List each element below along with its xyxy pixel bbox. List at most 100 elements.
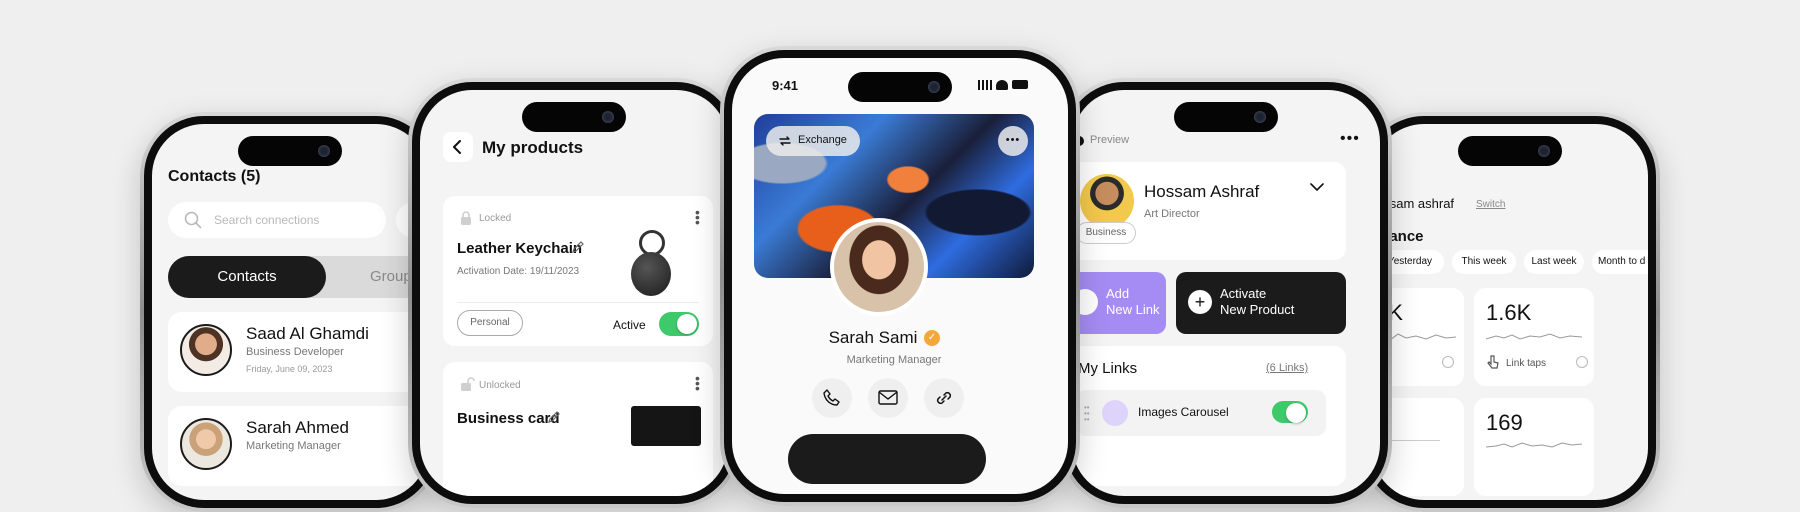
badge: Business	[1076, 222, 1136, 244]
avatar	[1080, 174, 1134, 228]
avatar	[180, 418, 232, 470]
exchange-icon	[778, 134, 792, 148]
stat-label: Link taps	[1506, 358, 1547, 369]
links-count[interactable]: (6 Links)	[1266, 362, 1308, 374]
page-title: My products	[482, 138, 584, 157]
image-icon	[1102, 400, 1128, 426]
add-link-line2: New Link	[1106, 302, 1160, 317]
unlock-icon	[459, 376, 475, 392]
phone-products: My products Locked • • • Leather Keychain …	[408, 78, 740, 508]
edit-icon[interactable]	[547, 410, 561, 424]
stat-value: 1.6K	[1486, 300, 1532, 325]
activate-product-button[interactable]: + Activate New Product	[1176, 272, 1346, 334]
profile-name: Sarah Sami	[828, 328, 918, 347]
call-button[interactable]	[812, 378, 852, 418]
mail-icon	[878, 390, 898, 406]
card-image	[631, 406, 701, 446]
exchange-button[interactable]: Exchange	[766, 126, 860, 156]
signal-icon	[978, 80, 992, 90]
more-icon[interactable]: •••	[695, 205, 700, 229]
phone-icon	[823, 389, 841, 407]
contact-name: Sarah Ahmed	[246, 418, 350, 437]
stat-card: 1.6K Link taps	[1474, 288, 1594, 386]
section-title: My Links	[1078, 360, 1138, 377]
info-icon[interactable]	[1442, 356, 1454, 368]
filter-chip[interactable]: This week	[1452, 250, 1516, 274]
status-label: Active	[613, 318, 646, 332]
more-icon[interactable]: •••	[1340, 130, 1360, 148]
edit-icon[interactable]	[571, 240, 585, 254]
segmented-control: Contacts Groups	[168, 256, 428, 298]
link-button[interactable]	[924, 378, 964, 418]
exchange-label: Exchange	[798, 134, 847, 146]
add-link-line1: Add	[1106, 286, 1130, 301]
link-icon	[934, 388, 954, 408]
search-input[interactable]: Search connections	[168, 202, 386, 238]
chevron-down-icon[interactable]	[1310, 182, 1324, 192]
active-toggle[interactable]	[659, 312, 699, 336]
status-icons	[978, 80, 1028, 90]
product-card[interactable]: Locked • • • Leather Keychain Activation D…	[443, 196, 713, 346]
product-card[interactable]: Unlocked • • • Business card	[443, 362, 713, 496]
sparkline	[1486, 442, 1582, 448]
profile-role: Art Director	[1144, 208, 1200, 220]
sparkline	[1486, 333, 1582, 340]
profile-name: Hossam Ashraf	[1144, 182, 1260, 201]
info-icon[interactable]	[1576, 356, 1588, 368]
tap-icon	[1486, 354, 1500, 370]
tag-chip[interactable]: Personal	[457, 310, 523, 336]
page-title: Contacts (5)	[168, 168, 261, 185]
contact-role: Business Developer	[246, 346, 344, 358]
contact-date: Friday, June 09, 2023	[246, 364, 333, 374]
contact-role: Marketing Manager	[246, 440, 341, 452]
drag-handle-icon[interactable]: •• •• ••	[1084, 404, 1090, 424]
search-icon	[184, 211, 202, 229]
contact-card[interactable]: Saad Al Ghamdi Business Developer Friday…	[168, 312, 428, 392]
plus-icon: +	[1188, 290, 1212, 314]
activate-line2: New Product	[1220, 302, 1295, 317]
dynamic-island	[1174, 102, 1278, 132]
filter-chip[interactable]: Last week	[1524, 250, 1584, 274]
contact-card[interactable]: Sarah Ahmed Marketing Manager	[168, 406, 428, 486]
activation-date: Activation Date: 19/11/2023	[457, 266, 580, 277]
dynamic-island	[1458, 136, 1562, 166]
phone-analytics: ossam ashraf Switch mance Yesterday This…	[1360, 112, 1660, 512]
link-item[interactable]: •• •• •• Images Carousel	[1076, 390, 1326, 436]
product-name: Leather Keychain	[457, 240, 583, 257]
link-toggle[interactable]	[1272, 401, 1308, 423]
tab-contacts[interactable]: Contacts	[168, 256, 326, 298]
avatar	[830, 218, 928, 316]
back-button[interactable]	[443, 132, 473, 162]
keychain-image	[631, 230, 671, 300]
lock-icon	[459, 210, 473, 226]
search-placeholder: Search connections	[214, 213, 320, 227]
dynamic-island	[522, 102, 626, 132]
primary-button[interactable]	[788, 434, 986, 484]
preview-label[interactable]: Preview	[1090, 134, 1129, 146]
phone-links: Preview ••• Business Hossam Ashraf Art D…	[1060, 78, 1392, 508]
switch-link[interactable]: Switch	[1476, 199, 1505, 210]
lock-status: Unlocked	[479, 380, 521, 391]
filter-chip[interactable]: Month to d	[1592, 250, 1648, 274]
more-button[interactable]: •••	[998, 126, 1028, 156]
product-name: Business card	[457, 410, 560, 427]
activate-line1: Activate	[1220, 286, 1267, 301]
phone-contacts: Contacts (5) Search connections Contacts…	[140, 112, 440, 512]
chevron-left-icon	[452, 140, 464, 154]
verified-icon: ✓	[924, 330, 940, 346]
link-item-label: Images Carousel	[1138, 405, 1229, 419]
wifi-icon	[996, 80, 1008, 90]
divider	[457, 302, 699, 303]
email-button[interactable]	[868, 378, 908, 418]
profile-role: Marketing Manager	[846, 354, 942, 366]
lock-status: Locked	[479, 213, 512, 224]
profile-card[interactable]: Business Hossam Ashraf Art Director	[1072, 162, 1346, 260]
more-icon[interactable]: •••	[695, 371, 700, 395]
links-card: My Links (6 Links) •• •• •• Images Carouse…	[1072, 346, 1346, 486]
stat-value: 169	[1486, 410, 1523, 435]
dynamic-island	[848, 72, 952, 102]
phone-profile: 9:41 Exchange ••• Sarah Sami ✓ Marketing…	[720, 46, 1080, 506]
add-link-button[interactable]: Add New Link	[1072, 272, 1166, 334]
contact-name: Saad Al Ghamdi	[246, 324, 369, 343]
status-time: 9:41	[772, 78, 799, 93]
